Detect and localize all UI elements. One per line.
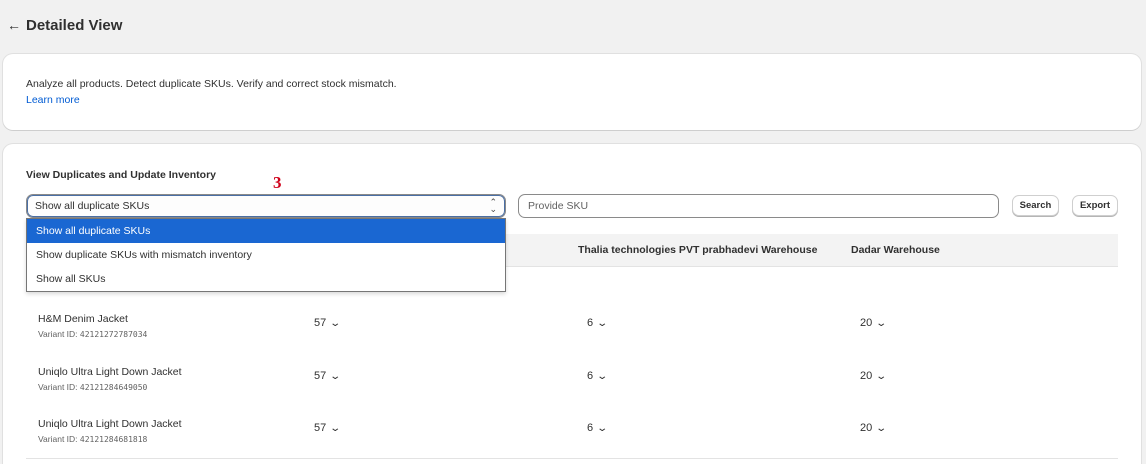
intro-description: Analyze all products. Detect duplicate S… — [26, 78, 397, 90]
column-header-thalia-warehouse: Thalia technologies PVT prabhadevi Wareh… — [578, 244, 818, 256]
quantity-dropdown[interactable]: 57 ⌄ — [314, 370, 342, 382]
filter-option-all-duplicates[interactable]: Show all duplicate SKUs — [27, 219, 505, 243]
learn-more-link[interactable]: Learn more — [26, 94, 80, 106]
quantity-dropdown[interactable]: 6 ⌄ — [587, 370, 609, 382]
page-header: ← Detailed View — [6, 14, 122, 36]
chevron-down-icon: ⌄ — [875, 422, 888, 434]
duplicates-card: View Duplicates and Update Inventory 3 S… — [3, 144, 1141, 464]
table-row: Uniqlo Ultra Light Down Jacket Variant I… — [26, 358, 1118, 410]
chevron-down-icon: ⌄ — [875, 370, 888, 382]
filter-option-mismatch[interactable]: Show duplicate SKUs with mismatch invent… — [27, 243, 505, 267]
arrow-left-icon[interactable]: ← — [6, 17, 22, 33]
product-name: H&M Denim Jacket — [38, 313, 128, 325]
sku-input[interactable] — [518, 194, 999, 218]
chevron-down-icon: ⌄ — [329, 317, 342, 329]
intro-card: Analyze all products. Detect duplicate S… — [3, 54, 1141, 130]
filter-select-value: Show all duplicate SKUs — [35, 200, 150, 212]
quantity-dropdown[interactable]: 20 ⌄ — [860, 370, 888, 382]
quantity-dropdown[interactable]: 6 ⌄ — [587, 422, 609, 434]
chevron-down-icon: ⌄ — [596, 422, 609, 434]
chevron-down-icon: ⌄ — [875, 317, 888, 329]
table-row: H&M Denim Jacket Variant ID: 42121272787… — [26, 305, 1118, 357]
quantity-dropdown[interactable]: 6 ⌄ — [587, 317, 609, 329]
table-row: Uniqlo Ultra Light Down Jacket Variant I… — [26, 410, 1118, 462]
variant-id: Variant ID: 42121284649050 — [38, 382, 148, 392]
table-divider — [26, 458, 1118, 459]
chevron-down-icon: ⌄ — [596, 317, 609, 329]
product-name: Uniqlo Ultra Light Down Jacket — [38, 418, 182, 430]
export-button[interactable]: Export — [1072, 195, 1118, 216]
quantity-dropdown[interactable]: 57 ⌄ — [314, 422, 342, 434]
quantity-dropdown[interactable]: 57 ⌄ — [314, 317, 342, 329]
quantity-dropdown[interactable]: 20 ⌄ — [860, 317, 888, 329]
filter-option-all-skus[interactable]: Show all SKUs — [27, 267, 505, 291]
column-header-dadar-warehouse: Dadar Warehouse — [851, 244, 940, 256]
select-chevron-icon: ⌃ ⌄ — [489, 197, 497, 214]
chevron-down-icon: ⌄ — [329, 370, 342, 382]
filter-dropdown-list: Show all duplicate SKUs Show duplicate S… — [26, 218, 506, 292]
product-name: Uniqlo Ultra Light Down Jacket — [38, 366, 182, 378]
page-title: Detailed View — [26, 16, 123, 34]
chevron-down-icon: ⌄ — [329, 422, 342, 434]
filter-select[interactable]: Show all duplicate SKUs ⌃ ⌄ — [26, 194, 506, 218]
variant-id: Variant ID: 42121272787034 — [38, 329, 148, 339]
chevron-down-icon: ⌄ — [596, 370, 609, 382]
section-title: View Duplicates and Update Inventory — [26, 169, 217, 181]
quantity-dropdown[interactable]: 20 ⌄ — [860, 422, 888, 434]
variant-id: Variant ID: 42121284681818 — [38, 434, 148, 444]
search-button[interactable]: Search — [1012, 195, 1059, 216]
annotation-marker: 3 — [273, 173, 282, 192]
